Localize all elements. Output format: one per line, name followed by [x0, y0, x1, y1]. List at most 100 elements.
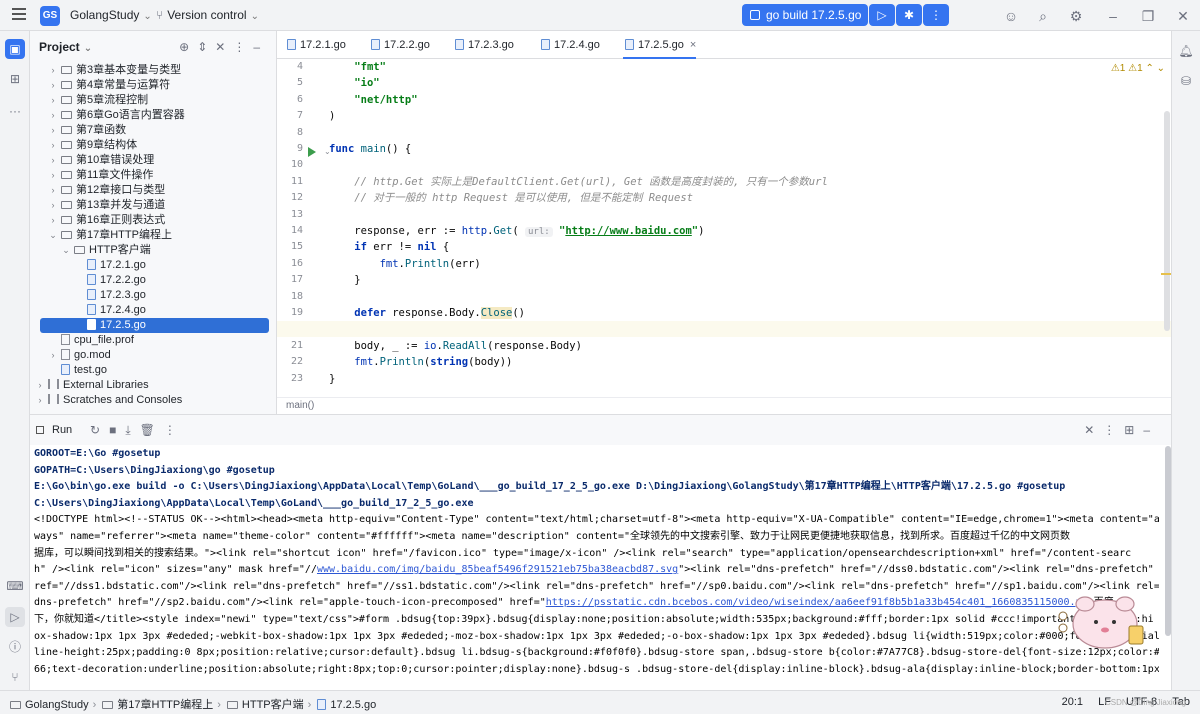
console-link[interactable]: www.baidu.com/img/baidu_85beaf5496f29152… — [317, 564, 678, 575]
tree-item[interactable]: › 第3章基本变量与类型 — [30, 63, 276, 78]
chevron-right-icon[interactable]: › — [47, 153, 59, 168]
tree-item[interactable]: › External Libraries — [30, 378, 276, 393]
chevron-right-icon[interactable]: › — [47, 138, 59, 153]
tree-item[interactable]: › 第12章接口与类型 — [30, 183, 276, 198]
debug-button[interactable]: ✱ — [896, 4, 922, 26]
chevron-right-icon[interactable]: › — [47, 78, 59, 93]
chevron-right-icon[interactable]: › — [47, 123, 59, 138]
close-window-button[interactable]: ✕ — [1174, 7, 1192, 25]
git-tool-button[interactable]: ⑂ — [5, 667, 25, 687]
status-crumb[interactable]: GolangStudy — [25, 699, 89, 711]
layout-icon[interactable]: ⊞ — [1124, 423, 1143, 437]
tree-item[interactable]: 17.2.2.go — [30, 273, 276, 288]
editor-tab[interactable]: 17.2.2.go — [369, 31, 430, 59]
terminal-tool-button[interactable]: ⌨ — [5, 576, 25, 596]
editor-scrollbar[interactable] — [1164, 111, 1170, 331]
user-icon[interactable]: ☺ — [1002, 7, 1020, 25]
hamburger-icon[interactable] — [12, 8, 26, 20]
close-icon[interactable]: ✕ — [1084, 423, 1103, 437]
chevron-right-icon[interactable]: › — [34, 393, 46, 408]
warning-stripe-mark[interactable] — [1161, 273, 1171, 275]
tree-item[interactable]: › 第7章函数 — [30, 123, 276, 138]
tree-item[interactable]: › 第9章结构体 — [30, 138, 276, 153]
editor-breadcrumb[interactable]: main() — [277, 397, 1171, 414]
stop-icon[interactable]: ■ — [109, 423, 125, 437]
chevron-right-icon[interactable]: › — [47, 348, 59, 363]
more-actions-button[interactable]: ⋮ — [923, 4, 949, 26]
database-button[interactable]: ⛁ — [1176, 71, 1196, 91]
more-tools-button[interactable]: ··· — [5, 101, 25, 121]
restore-button[interactable]: ❐ — [1139, 7, 1157, 25]
console-scrollbar[interactable] — [1165, 446, 1171, 636]
kebab-icon[interactable]: ⋮ — [1103, 423, 1124, 437]
inspection-widget[interactable]: ⚠1 ⚠1 ⌃ ⌄ — [1111, 63, 1165, 74]
scroll-to-end-icon[interactable]: ⤓ — [125, 423, 139, 437]
run-button[interactable]: ▷ — [869, 4, 895, 26]
tree-item[interactable]: › go.mod — [30, 348, 276, 363]
status-crumb[interactable]: 第17章HTTP编程上 — [117, 699, 213, 711]
editor-tab[interactable]: 17.2.5.go × — [623, 31, 697, 59]
problems-tool-button[interactable]: ⓘ — [5, 637, 25, 657]
code-view[interactable]: "fmt" "io" "net/http" ) func main() { //… — [277, 59, 1171, 399]
chevron-right-icon[interactable]: › — [47, 63, 59, 78]
notifications-button[interactable]: 🔔︎ — [1176, 41, 1196, 61]
search-icon[interactable]: ⌕ — [1034, 7, 1052, 25]
chevron-right-icon[interactable]: › — [47, 168, 59, 183]
status-crumb[interactable]: HTTP客户端 — [242, 699, 304, 711]
caret-position[interactable]: 20:1 — [1062, 696, 1083, 708]
console-output[interactable]: GOROOT=E:\Go #gosetup GOPATH=C:\Users\Di… — [34, 446, 1159, 691]
rerun-icon[interactable]: ↻ — [90, 423, 109, 437]
tree-item[interactable]: › 第13章并发与通道 — [30, 198, 276, 213]
chevron-down-icon[interactable]: ⌄ — [60, 243, 72, 258]
hide-panel-icon[interactable]: – — [1143, 423, 1159, 437]
expand-collapse-icon[interactable]: ⇕ — [197, 40, 215, 54]
tree-item[interactable]: ⌄ HTTP客户端 — [30, 243, 276, 258]
project-panel-title[interactable]: Project — [39, 40, 80, 54]
tree-item[interactable]: › 第11章文件操作 — [30, 168, 276, 183]
vcs-selector[interactable]: ⑂ Version control ⌄ — [156, 8, 259, 22]
chevron-right-icon[interactable]: › — [47, 108, 59, 123]
tree-item[interactable]: test.go — [30, 363, 276, 378]
editor-tab[interactable]: 17.2.1.go — [285, 31, 346, 59]
chevron-right-icon[interactable]: › — [47, 198, 59, 213]
project-selector[interactable]: GolangStudy ⌄ — [70, 8, 152, 22]
chevron-down-icon[interactable]: ⌄ — [84, 43, 92, 54]
chevron-right-icon[interactable]: › — [47, 93, 59, 108]
tree-item[interactable]: ⌄ 第17章HTTP编程上 — [30, 228, 276, 243]
chevron-right-icon[interactable]: › — [47, 213, 59, 228]
tree-item-selected[interactable]: 17.2.5.go — [40, 318, 269, 333]
structure-tool-button[interactable]: ⊞ — [5, 69, 25, 89]
tree-item[interactable]: 17.2.4.go — [30, 303, 276, 318]
locate-icon[interactable]: ⊕ — [179, 40, 197, 54]
tree-item[interactable]: › 第4章常量与运算符 — [30, 78, 276, 93]
tree-item[interactable]: cpu_file.prof — [30, 333, 276, 348]
tree-item[interactable]: 17.2.1.go — [30, 258, 276, 273]
console-link[interactable]: https://psstatic.cdn.bcebos.com/video/wi… — [546, 597, 1082, 608]
tree-item[interactable]: 17.2.3.go — [30, 288, 276, 303]
editor-tab[interactable]: 17.2.3.go — [453, 31, 514, 59]
kebab-icon[interactable]: ⋮ — [164, 423, 185, 437]
editor-tab[interactable]: 17.2.4.go — [539, 31, 600, 59]
tree-item[interactable]: › 第16章正则表达式 — [30, 213, 276, 228]
chevron-right-icon[interactable]: › — [34, 378, 46, 393]
trash-icon[interactable]: 🗑︎ — [140, 423, 164, 437]
project-badge[interactable]: GS — [40, 6, 60, 26]
project-tool-button[interactable]: ▣ — [5, 39, 25, 59]
chevron-down-icon[interactable]: ⌄ — [47, 228, 59, 243]
minimize-button[interactable]: – — [1104, 7, 1122, 25]
tree-item[interactable]: › 第10章错误处理 — [30, 153, 276, 168]
chevron-right-icon[interactable]: › — [47, 183, 59, 198]
tree-item[interactable]: › 第6章Go语言内置容器 — [30, 108, 276, 123]
close-icon[interactable]: ✕ — [215, 40, 233, 54]
close-tab-icon[interactable]: × — [690, 39, 696, 51]
run-config-selector[interactable]: go build 17.2.5.go⌄ — [742, 4, 877, 26]
run-gutter-icon[interactable] — [308, 147, 316, 157]
tree-item[interactable]: › Scratches and Consoles — [30, 393, 276, 408]
tree-item[interactable]: › 第5章流程控制 — [30, 93, 276, 108]
kebab-icon[interactable]: ⋮ — [233, 40, 253, 54]
hide-panel-icon[interactable]: – — [253, 40, 268, 54]
gear-icon[interactable]: ⚙ — [1067, 7, 1085, 25]
run-tool-button[interactable]: ▷ — [5, 607, 25, 627]
run-tab[interactable]: Run — [30, 420, 78, 440]
status-crumb[interactable]: 17.2.5.go — [330, 699, 376, 711]
